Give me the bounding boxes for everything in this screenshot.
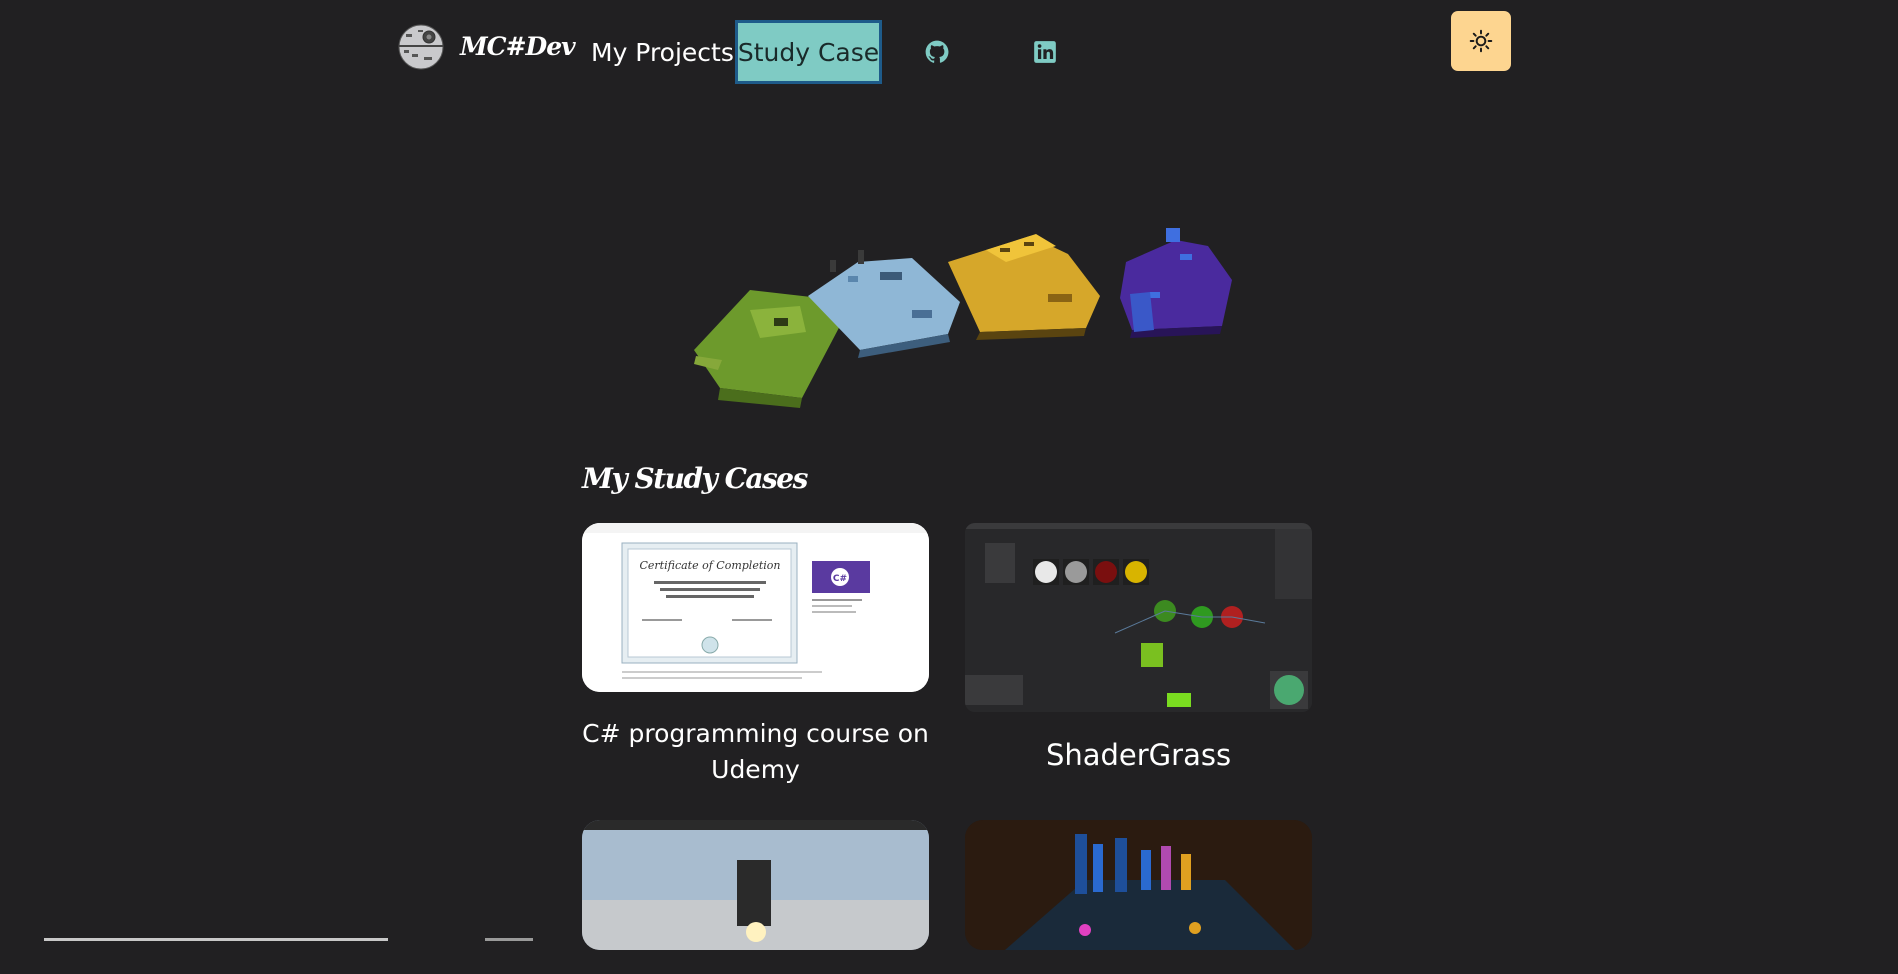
section-title: My Study Cases <box>582 462 808 495</box>
github-link[interactable] <box>924 39 954 69</box>
linkedin-icon <box>1034 41 1056 63</box>
card-title: C# programming course on Udemy <box>582 719 929 784</box>
card-image-neon-city <box>965 820 1312 950</box>
certificate-heading: Certificate of Completion <box>640 559 781 572</box>
study-card-3[interactable] <box>582 820 929 974</box>
theme-toggle-button[interactable] <box>1451 11 1511 71</box>
navbar: MC#Dev My Projects Study Case <box>0 0 1898 100</box>
brand-name[interactable]: MC#Dev <box>460 32 576 61</box>
card-image-shader-graph <box>965 523 1312 712</box>
shader-graph-screenshot <box>965 523 1312 712</box>
logo[interactable] <box>398 24 444 70</box>
study-card-4[interactable] <box>965 820 1312 974</box>
certificate-screenshot: Certificate of Completion C# <box>582 523 929 692</box>
card-title: ShaderGrass <box>1045 738 1232 772</box>
card-image-certificate: Certificate of Completion C# <box>582 523 929 692</box>
linkedin-link[interactable] <box>1032 39 1062 69</box>
death-star-icon <box>398 24 444 70</box>
hero-tanks-illustration <box>694 228 1232 408</box>
yellow-tank <box>948 234 1100 340</box>
card-image-unity-scene <box>582 820 929 950</box>
purple-tank <box>1120 228 1232 338</box>
nav-study-case[interactable]: Study Case <box>735 20 882 84</box>
neon-city-screenshot <box>965 820 1312 950</box>
csharp-badge: C# <box>833 574 847 584</box>
sun-icon <box>1469 29 1493 53</box>
github-icon <box>925 40 949 63</box>
unity-scene-screenshot <box>582 820 929 950</box>
study-card-shadergrass[interactable]: ShaderGrass <box>965 523 1312 773</box>
nav-my-projects[interactable]: My Projects <box>591 38 734 67</box>
study-card-csharp[interactable]: Certificate of Completion C# C# programm… <box>582 523 929 788</box>
